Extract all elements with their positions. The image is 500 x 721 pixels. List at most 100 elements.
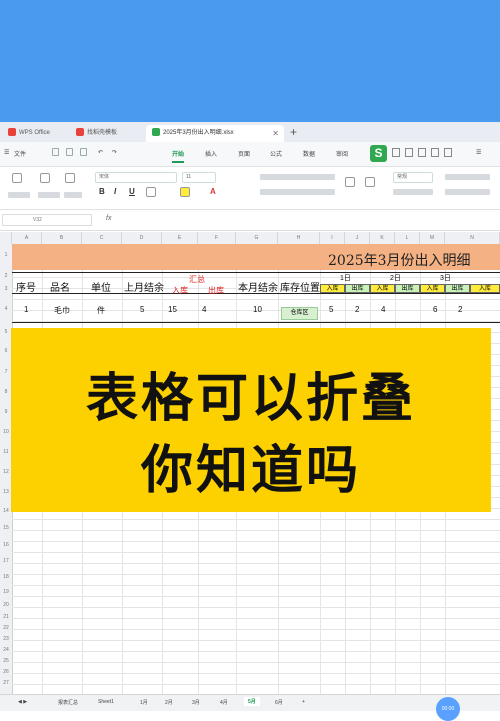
- row-number[interactable]: 21: [0, 614, 12, 620]
- add-sheet-icon[interactable]: +: [302, 699, 305, 705]
- col-header[interactable]: A: [12, 232, 42, 244]
- col-header[interactable]: N: [445, 232, 500, 244]
- redo-icon[interactable]: ↷: [112, 149, 117, 156]
- header-summary[interactable]: 汇总: [189, 274, 205, 285]
- style-group[interactable]: [445, 174, 490, 180]
- cell-d3-out[interactable]: 2: [458, 305, 462, 314]
- name-box[interactable]: V32: [2, 214, 92, 226]
- day-sub-out[interactable]: 出库: [395, 284, 420, 293]
- day-sub-in[interactable]: 入库: [420, 284, 445, 293]
- day-sub-out[interactable]: 出库: [445, 284, 470, 293]
- row-number[interactable]: 22: [0, 625, 12, 631]
- header-in[interactable]: 入库: [172, 285, 188, 296]
- cell-name[interactable]: 毛巾: [54, 305, 70, 316]
- sheet-tab-active[interactable]: 5月: [244, 697, 260, 706]
- row-number[interactable]: 25: [0, 658, 12, 664]
- align-group[interactable]: [260, 189, 335, 195]
- cell-last-month[interactable]: 5: [140, 305, 144, 314]
- corner-select-all[interactable]: [0, 232, 12, 244]
- more-menu-icon[interactable]: ☰: [476, 149, 481, 156]
- col-header[interactable]: J: [345, 232, 370, 244]
- copy-icon[interactable]: [65, 173, 75, 183]
- style-group[interactable]: [445, 189, 490, 195]
- col-header[interactable]: E: [162, 232, 198, 244]
- number-group[interactable]: [393, 189, 433, 195]
- sheet-tab[interactable]: 1月: [140, 699, 148, 706]
- number-format-select[interactable]: 常规: [393, 172, 433, 183]
- sheet-nav-icon[interactable]: ◀ ▶: [18, 699, 27, 705]
- menu-icon[interactable]: ☰: [4, 149, 9, 156]
- header-location[interactable]: 库存位置: [280, 279, 320, 294]
- save-icon[interactable]: [52, 148, 59, 156]
- wrap-icon[interactable]: [345, 177, 355, 187]
- col-header[interactable]: G: [236, 232, 278, 244]
- col-header[interactable]: C: [82, 232, 122, 244]
- col-header[interactable]: I: [320, 232, 345, 244]
- cell-in-total[interactable]: 15: [168, 305, 177, 314]
- row-number[interactable]: 24: [0, 647, 12, 653]
- preview-icon[interactable]: [80, 148, 87, 156]
- new-tab-plus-icon[interactable]: +: [290, 125, 297, 139]
- row-number[interactable]: 3: [0, 286, 12, 292]
- tab-templates[interactable]: 找稻壳模板: [70, 125, 142, 142]
- header-no[interactable]: 序号: [16, 279, 36, 294]
- sheet-tab[interactable]: 报表汇总: [58, 699, 78, 706]
- day-group-1[interactable]: 1日: [340, 273, 351, 283]
- toolbar-icon[interactable]: [392, 148, 400, 157]
- menu-insert[interactable]: 插入: [205, 149, 217, 158]
- merge-icon[interactable]: [365, 177, 375, 187]
- tab-wps-home[interactable]: WPS Office: [2, 125, 64, 142]
- header-last-month[interactable]: 上月结余: [124, 279, 164, 294]
- cell-unit[interactable]: 件: [97, 305, 105, 316]
- sheet-tab[interactable]: Sheet1: [98, 699, 114, 705]
- cell-no[interactable]: 1: [24, 305, 28, 314]
- cell-this-month[interactable]: 10: [253, 305, 262, 314]
- col-header[interactable]: F: [198, 232, 236, 244]
- font-name-select[interactable]: 宋体: [95, 172, 177, 183]
- day-sub-out[interactable]: 出库: [345, 284, 370, 293]
- sheet-tab[interactable]: 4月: [220, 699, 228, 706]
- day-sub-in[interactable]: 入库: [470, 284, 500, 293]
- undo-icon[interactable]: ↶: [98, 149, 103, 156]
- day-group-3[interactable]: 3日: [440, 273, 451, 283]
- col-header[interactable]: K: [370, 232, 395, 244]
- menu-review[interactable]: 审阅: [336, 149, 348, 158]
- row-number[interactable]: 26: [0, 669, 12, 675]
- cell-d3-in[interactable]: 6: [433, 305, 437, 314]
- row-number[interactable]: 1: [0, 252, 12, 258]
- cell-d1-in[interactable]: 5: [329, 305, 333, 314]
- cell-d1-out[interactable]: 2: [355, 305, 359, 314]
- header-unit[interactable]: 单位: [91, 279, 111, 294]
- sheet-tab[interactable]: 2月: [165, 699, 173, 706]
- col-header[interactable]: B: [42, 232, 82, 244]
- align-group[interactable]: [260, 174, 335, 180]
- menu-home[interactable]: 开始: [172, 149, 185, 163]
- fill-color-icon[interactable]: [180, 187, 190, 197]
- row-number[interactable]: 2: [0, 273, 12, 279]
- italic-button[interactable]: I: [114, 187, 116, 196]
- header-this-month[interactable]: 本月结余: [238, 279, 278, 294]
- header-name[interactable]: 品名: [50, 279, 70, 294]
- row-number[interactable]: 27: [0, 680, 12, 686]
- row-number[interactable]: 20: [0, 602, 12, 608]
- font-size-select[interactable]: 11: [182, 172, 216, 183]
- toolbar-icon[interactable]: [431, 148, 439, 157]
- col-header[interactable]: M: [420, 232, 445, 244]
- bold-button[interactable]: B: [99, 187, 105, 196]
- tab-workbook[interactable]: 2025年3月份出入明细.xlsx ✕: [146, 125, 284, 142]
- row-number[interactable]: 15: [0, 525, 12, 531]
- cell-d2-in[interactable]: 4: [381, 305, 385, 314]
- cell-out-total[interactable]: 4: [202, 305, 206, 314]
- col-header[interactable]: D: [122, 232, 162, 244]
- menu-page[interactable]: 页面: [238, 149, 250, 158]
- sheet-title[interactable]: 2025年3月份出入明细: [328, 250, 471, 270]
- day-sub-in[interactable]: 入库: [320, 284, 345, 293]
- close-icon[interactable]: ✕: [272, 125, 279, 142]
- underline-button[interactable]: U: [129, 187, 135, 196]
- cut-icon[interactable]: [40, 173, 50, 183]
- border-icon[interactable]: [146, 187, 156, 197]
- menu-data[interactable]: 数据: [303, 149, 315, 158]
- menu-file[interactable]: 文件: [14, 149, 26, 158]
- s-logo-icon[interactable]: S: [370, 145, 387, 162]
- toolbar-icon[interactable]: [444, 148, 452, 157]
